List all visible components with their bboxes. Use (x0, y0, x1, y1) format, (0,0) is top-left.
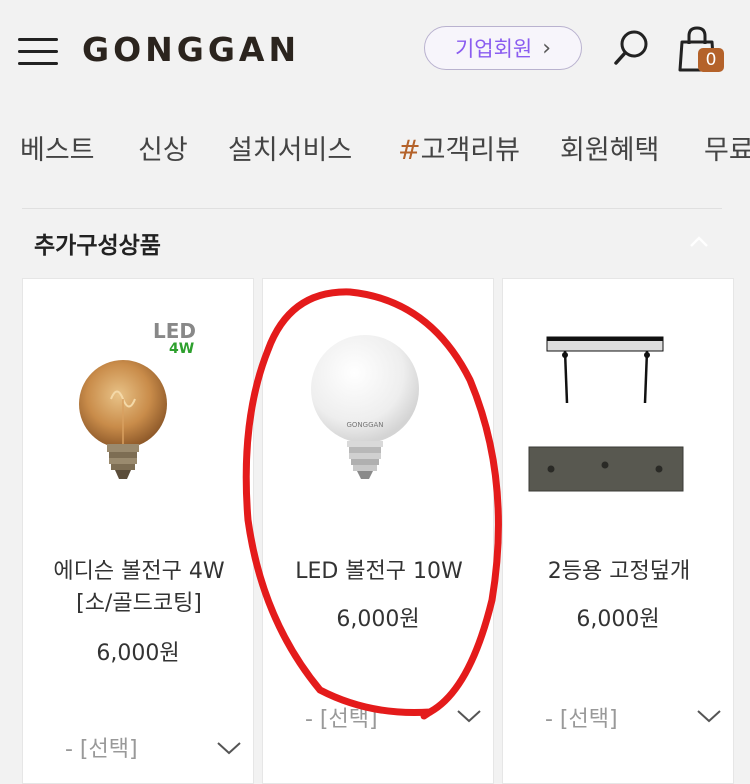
edison-bulb-image (79, 360, 167, 479)
product-price: 6,000원 (96, 641, 180, 666)
bulb-brand-text: GONGGAN (346, 421, 383, 429)
header: GONGGAN 기업회원 › 0 (0, 0, 750, 100)
product-price: 6,000원 (576, 607, 660, 632)
chevron-down-icon[interactable] (455, 707, 483, 725)
wattage-badge: 4W (169, 341, 195, 357)
product-price: 6,000원 (336, 607, 420, 632)
chevron-down-icon[interactable] (215, 739, 243, 757)
product-name: LED 볼전구 10W (295, 559, 463, 584)
ceiling-cover-image (528, 336, 684, 492)
corporate-member-button[interactable]: 기업회원 › (424, 26, 582, 70)
section-title: 추가구성상품 (34, 233, 161, 259)
nav-item-member-benefits[interactable]: 회원혜택 (560, 128, 659, 167)
option-select[interactable]: - [선택] (545, 701, 618, 733)
product-card-edison-bulb[interactable]: LED 4W 에디슨 볼전구 4W [소/골드코팅] 6,000원 - [선택] (22, 278, 254, 784)
nav-item-reviews[interactable]: #고객리뷰 (398, 128, 520, 167)
nav-item-best[interactable]: 베스트 (20, 128, 95, 167)
category-nav: 베스트 신상 설치서비스 #고객리뷰 회원혜택 무료 (0, 128, 750, 172)
led-badge: LED (153, 319, 197, 343)
chevron-up-icon[interactable] (688, 234, 710, 250)
hash-mark: # (398, 135, 421, 166)
nav-item-new[interactable]: 신상 (138, 128, 188, 167)
search-icon[interactable] (612, 28, 652, 68)
corporate-member-label: 기업회원 (454, 37, 533, 61)
nav-item-free[interactable]: 무료 (704, 128, 750, 167)
option-select[interactable]: - [선택] (65, 731, 138, 763)
product-name-sub: [소/골드코팅] (76, 591, 202, 616)
option-select[interactable]: - [선택] (305, 701, 378, 733)
product-name: 에디슨 볼전구 4W (53, 559, 225, 584)
chevron-down-icon[interactable] (695, 707, 723, 725)
product-card-ceiling-cover[interactable]: 2등용 고정덮개 6,000원 - [선택] (502, 278, 734, 784)
menu-icon[interactable] (18, 34, 58, 68)
chevron-right-icon: › (542, 35, 552, 61)
product-card-led-bulb[interactable]: GONGGAN LED 볼전구 10W 6,000원 - [선택] (262, 278, 494, 784)
cart-count-badge: 0 (698, 48, 724, 72)
brand-logo[interactable]: GONGGAN (82, 30, 300, 69)
section-divider (22, 208, 722, 209)
nav-item-install-service[interactable]: 설치서비스 (228, 128, 352, 167)
nav-item-reviews-label: 고객리뷰 (420, 135, 520, 166)
led-ball-bulb-image: GONGGAN (311, 335, 419, 479)
product-name: 2등용 고정덮개 (547, 559, 691, 584)
